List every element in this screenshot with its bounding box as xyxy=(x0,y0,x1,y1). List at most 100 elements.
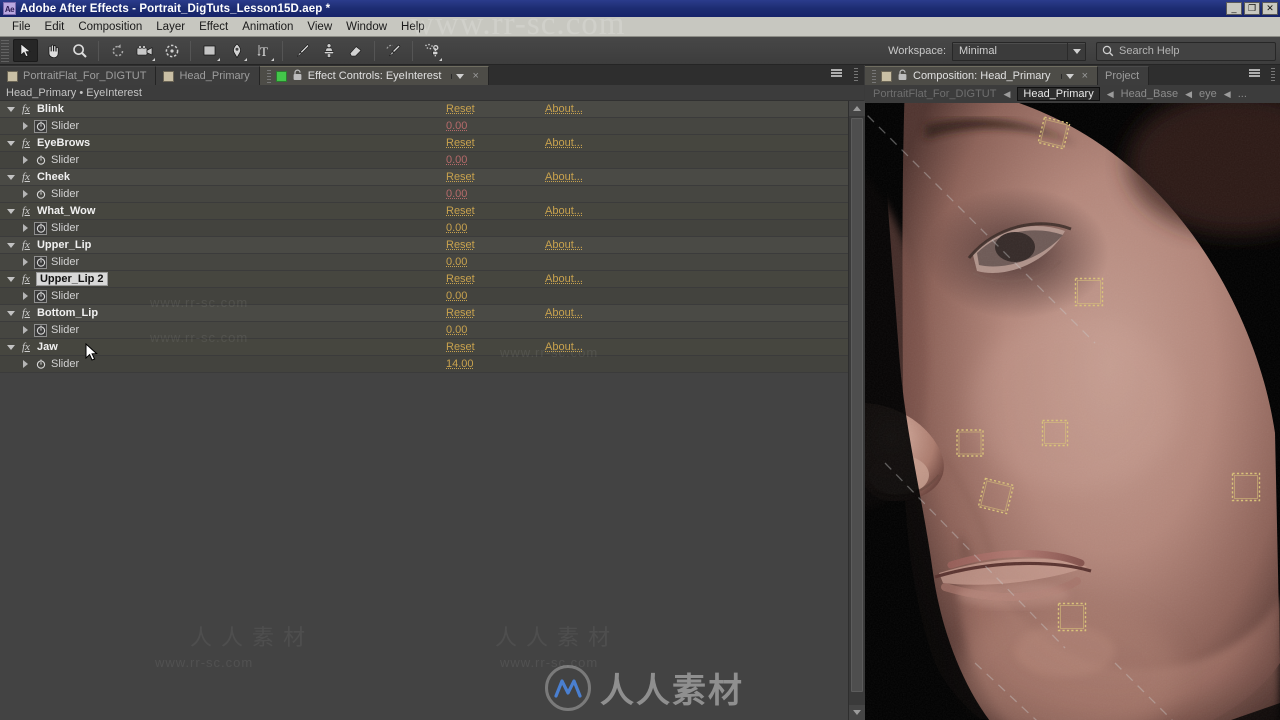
tab-portraitflat-for-digtut[interactable]: PortraitFlat_For_DIGTUT xyxy=(0,66,157,85)
pan-behind-tool[interactable] xyxy=(159,39,184,62)
tab-composition-head-primary[interactable]: Composition: Head_Primary × xyxy=(865,66,1098,85)
hand-tool[interactable] xyxy=(40,39,65,62)
effect-header-row[interactable]: fx Jaw Reset About... xyxy=(0,339,848,356)
roto-brush-tool[interactable] xyxy=(381,39,406,62)
effect-header-row[interactable]: fx EyeBrows Reset About... xyxy=(0,135,848,152)
breadcrumb-item[interactable]: eye xyxy=(1199,88,1217,100)
disclosure-triangle-icon[interactable] xyxy=(7,174,15,180)
breadcrumb-item[interactable]: ... xyxy=(1238,88,1247,100)
about-link[interactable]: About... xyxy=(545,137,583,149)
clone-stamp-tool[interactable] xyxy=(316,39,341,62)
panel-grip[interactable] xyxy=(854,68,858,81)
stopwatch-icon[interactable] xyxy=(34,154,47,167)
reset-link[interactable]: Reset xyxy=(446,171,475,183)
stopwatch-icon[interactable] xyxy=(34,323,47,337)
menu-item-edit[interactable]: Edit xyxy=(38,20,72,34)
effects-scrollbar[interactable] xyxy=(848,101,865,720)
lock-icon[interactable] xyxy=(897,69,908,84)
tab-grip[interactable] xyxy=(872,69,876,83)
disclosure-triangle-icon[interactable] xyxy=(23,258,28,266)
eraser-tool[interactable] xyxy=(343,39,368,62)
disclosure-triangle-icon[interactable] xyxy=(7,276,15,282)
about-link[interactable]: About... xyxy=(545,273,583,285)
effect-name[interactable]: EyeBrows xyxy=(37,137,90,149)
breadcrumb-item[interactable]: Head_Primary xyxy=(1017,87,1100,101)
panel-menu-icon[interactable] xyxy=(831,69,842,77)
effect-property-row[interactable]: Slider 0.00 xyxy=(0,152,848,169)
disclosure-triangle-icon[interactable] xyxy=(23,292,28,300)
scrollbar-thumb[interactable] xyxy=(851,118,863,692)
disclosure-triangle-icon[interactable] xyxy=(23,224,28,232)
tab-effect-controls-eyeinterest[interactable]: Effect Controls: EyeInterest × xyxy=(259,66,489,85)
shape-tool[interactable] xyxy=(197,39,222,62)
menu-item-effect[interactable]: Effect xyxy=(192,20,235,34)
stopwatch-icon[interactable] xyxy=(34,255,47,269)
property-value[interactable]: 14.00 xyxy=(446,358,474,370)
disclosure-triangle-icon[interactable] xyxy=(23,360,28,368)
effect-name[interactable]: Upper_Lip xyxy=(37,239,91,251)
panel-menu-icon[interactable] xyxy=(1249,69,1260,77)
disclosure-triangle-icon[interactable] xyxy=(23,156,28,164)
disclosure-triangle-icon[interactable] xyxy=(7,242,15,248)
scroll-up-button[interactable] xyxy=(849,101,865,116)
search-help-input[interactable]: Search Help xyxy=(1096,41,1276,61)
about-link[interactable]: About... xyxy=(545,239,583,251)
chevron-down-icon[interactable] xyxy=(1067,42,1085,60)
effect-header-row[interactable]: fx Bottom_Lip Reset About... xyxy=(0,305,848,322)
effect-name[interactable]: Bottom_Lip xyxy=(37,307,98,319)
chevron-down-icon[interactable] xyxy=(451,73,465,79)
stopwatch-icon[interactable] xyxy=(34,188,47,201)
property-value[interactable]: 0.00 xyxy=(446,188,467,200)
tab-head-primary[interactable]: Head_Primary xyxy=(156,66,260,85)
reset-link[interactable]: Reset xyxy=(446,307,475,319)
reset-link[interactable]: Reset xyxy=(446,205,475,217)
disclosure-triangle-icon[interactable] xyxy=(7,106,15,112)
effect-property-row[interactable]: Slider 14.00 xyxy=(0,356,848,373)
reset-link[interactable]: Reset xyxy=(446,273,475,285)
stopwatch-icon[interactable] xyxy=(34,119,47,133)
type-tool[interactable]: T xyxy=(251,39,276,62)
selection-tool[interactable] xyxy=(13,39,38,62)
menu-item-layer[interactable]: Layer xyxy=(149,20,192,34)
rotation-tool[interactable] xyxy=(105,39,130,62)
close-icon[interactable]: × xyxy=(1082,70,1088,82)
effect-property-row[interactable]: Slider 0.00 xyxy=(0,220,848,237)
minimize-button[interactable]: _ xyxy=(1226,2,1242,15)
stopwatch-icon[interactable] xyxy=(34,289,47,303)
effect-name[interactable]: Blink xyxy=(37,103,64,115)
camera-tool[interactable] xyxy=(132,39,157,62)
effect-property-row[interactable]: Slider 0.00 xyxy=(0,118,848,135)
breadcrumb-item[interactable]: PortraitFlat_For_DIGTUT xyxy=(873,88,996,100)
effect-name[interactable]: Upper_Lip 2 xyxy=(35,272,108,286)
brush-tool[interactable] xyxy=(289,39,314,62)
property-value[interactable]: 0.00 xyxy=(446,290,467,302)
tab-grip[interactable] xyxy=(266,69,271,83)
disclosure-triangle-icon[interactable] xyxy=(7,140,15,146)
zoom-tool[interactable] xyxy=(67,39,92,62)
effect-property-row[interactable]: Slider 0.00 xyxy=(0,186,848,203)
disclosure-triangle-icon[interactable] xyxy=(7,310,15,316)
effect-name[interactable]: Jaw xyxy=(37,341,58,353)
effect-header-row[interactable]: fx Upper_Lip 2 Reset About... xyxy=(0,271,848,288)
pen-tool[interactable] xyxy=(224,39,249,62)
reset-link[interactable]: Reset xyxy=(446,239,475,251)
effect-header-row[interactable]: fx What_Wow Reset About... xyxy=(0,203,848,220)
workspace-select[interactable]: Minimal xyxy=(952,41,1086,61)
about-link[interactable]: About... xyxy=(545,171,583,183)
reset-link[interactable]: Reset xyxy=(446,137,475,149)
maximize-button[interactable]: ❐ xyxy=(1244,2,1260,15)
reset-link[interactable]: Reset xyxy=(446,103,475,115)
stopwatch-icon[interactable] xyxy=(34,221,47,235)
property-value[interactable]: 0.00 xyxy=(446,120,467,132)
property-value[interactable]: 0.00 xyxy=(446,256,467,268)
about-link[interactable]: About... xyxy=(545,341,583,353)
about-link[interactable]: About... xyxy=(545,205,583,217)
close-icon[interactable]: × xyxy=(472,70,478,82)
disclosure-triangle-icon[interactable] xyxy=(23,190,28,198)
lock-icon[interactable] xyxy=(292,69,303,84)
effect-property-row[interactable]: Slider 0.00 xyxy=(0,322,848,339)
disclosure-triangle-icon[interactable] xyxy=(7,344,15,350)
toolbar-grip[interactable] xyxy=(1,39,9,62)
property-value[interactable]: 0.00 xyxy=(446,222,467,234)
menu-item-file[interactable]: File xyxy=(5,20,38,34)
